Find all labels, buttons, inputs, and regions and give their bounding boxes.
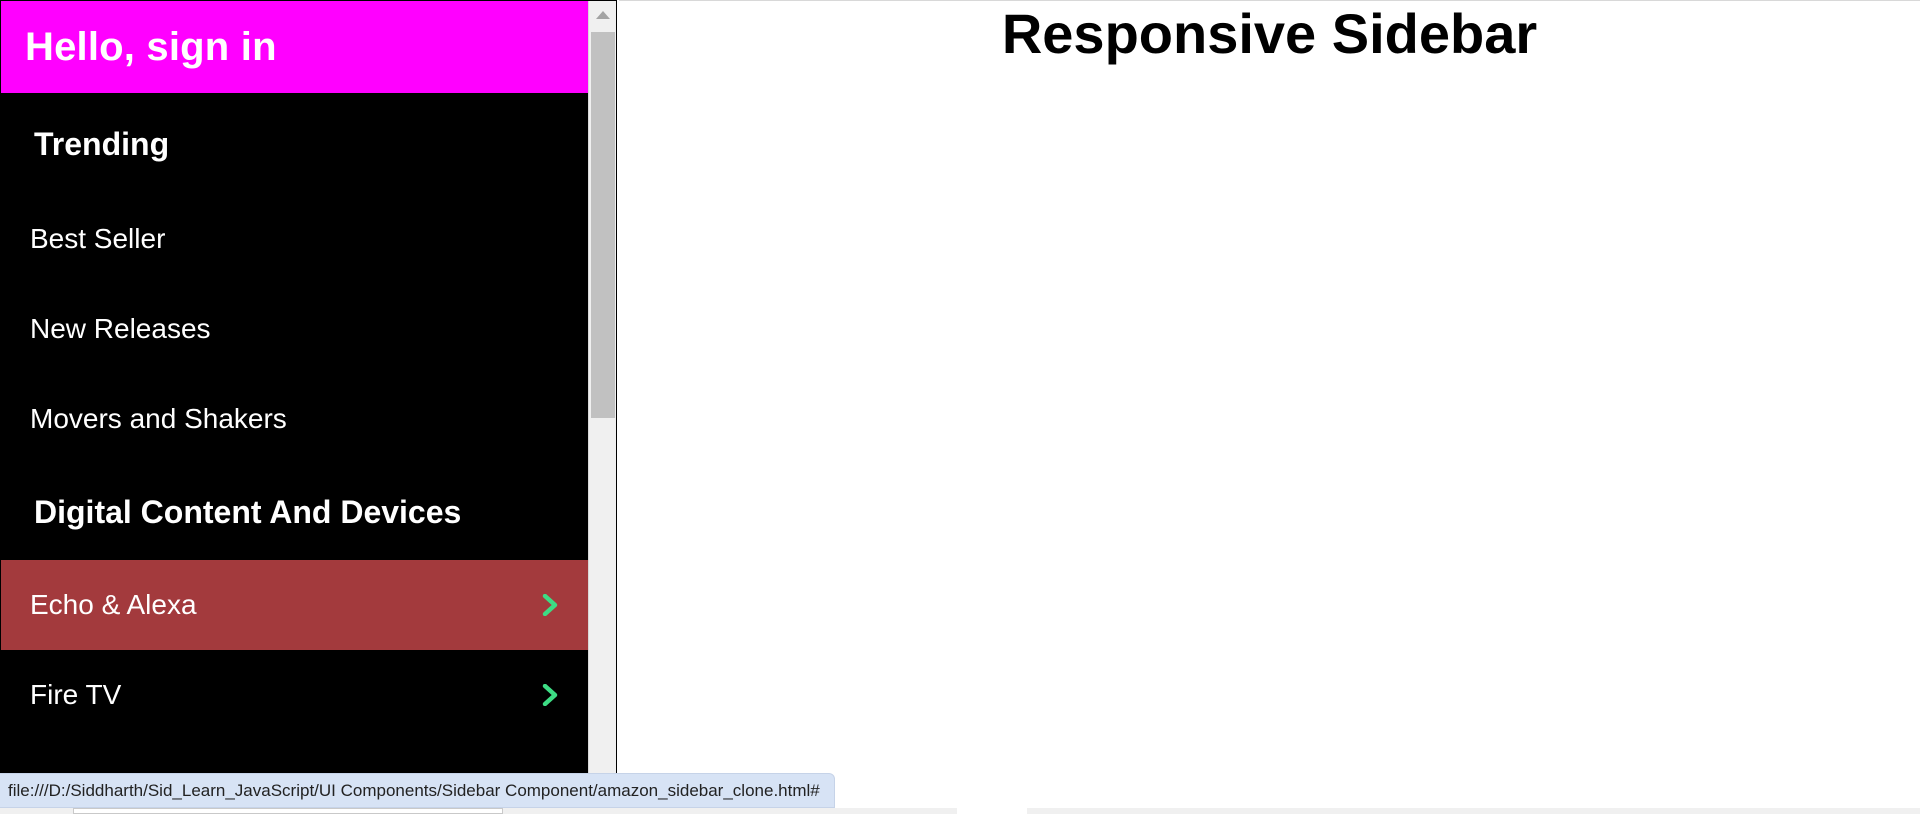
page: Hello, sign in Trending Best Seller New …: [0, 0, 1920, 814]
chevron-right-icon: [542, 684, 558, 706]
menu-item-label: New Releases: [30, 313, 211, 344]
menu-item-label: Best Seller: [30, 223, 166, 254]
sidebar-content: Hello, sign in Trending Best Seller New …: [1, 1, 590, 773]
status-bar-url: file:///D:/Siddharth/Sid_Learn_JavaScrip…: [0, 773, 835, 808]
horizontal-scroll-thumb[interactable]: [73, 808, 503, 814]
menu-item-fire-tv[interactable]: Fire TV: [1, 650, 590, 740]
menu-item-label: Echo & Alexa: [30, 589, 197, 620]
scroll-thumb[interactable]: [591, 32, 615, 418]
section-title-digital-content: Digital Content And Devices: [34, 493, 462, 530]
sidebar-scrollbar[interactable]: [588, 1, 616, 773]
menu-item-echo-alexa[interactable]: Echo & Alexa: [1, 560, 590, 650]
section-title-trending: Trending: [34, 125, 170, 162]
sign-in-greeting: Hello, sign in: [25, 24, 277, 69]
menu-item-label: Fire TV: [30, 679, 122, 710]
menu-item-new-releases[interactable]: New Releases: [1, 284, 590, 374]
menu-item-label: Movers and Shakers: [30, 403, 287, 434]
chevron-right-icon: [542, 594, 558, 616]
sidebar: Hello, sign in Trending Best Seller New …: [0, 0, 617, 773]
sidebar-header[interactable]: Hello, sign in: [1, 1, 590, 94]
horizontal-scroll-segment: [957, 808, 1027, 814]
page-title: Responsive Sidebar: [1001, 2, 1538, 65]
scroll-up-arrow-icon[interactable]: [596, 11, 610, 19]
menu-item-best-seller[interactable]: Best Seller: [1, 194, 590, 284]
menu-item-movers-and-shakers[interactable]: Movers and Shakers: [1, 374, 590, 464]
